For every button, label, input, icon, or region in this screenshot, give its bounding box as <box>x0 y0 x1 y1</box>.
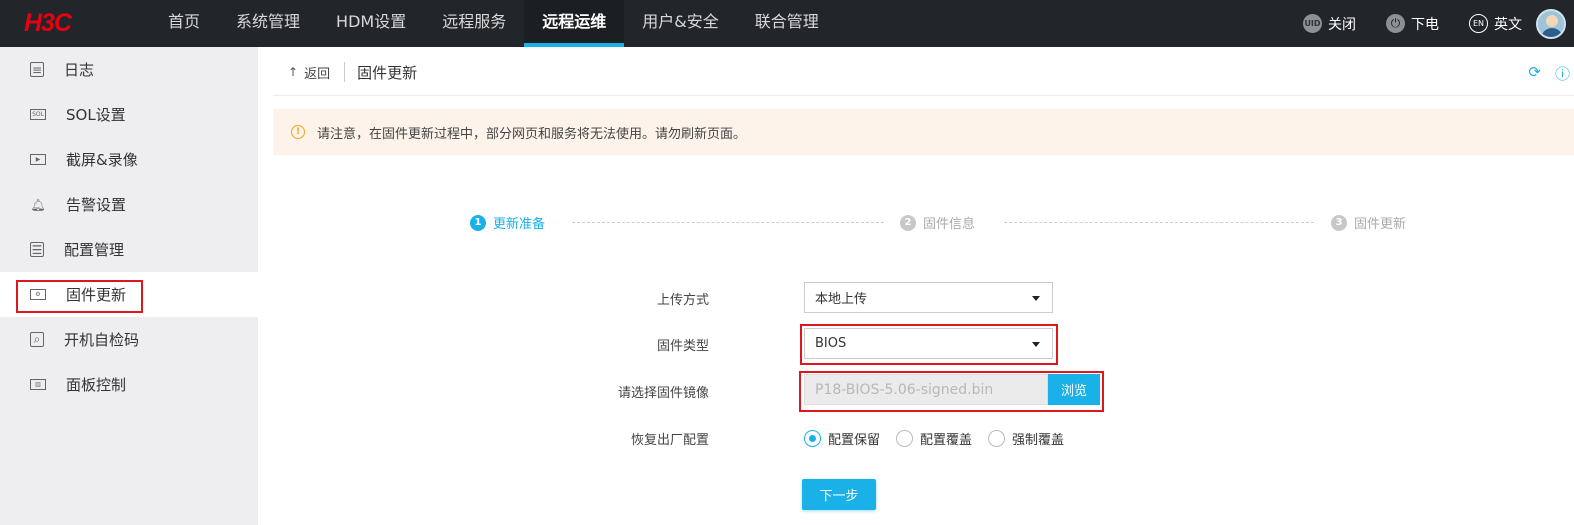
chevron-down-icon <box>1032 296 1040 301</box>
sidebar-item-label: 日志 <box>64 61 95 79</box>
uid-label: 关闭 <box>1328 16 1356 33</box>
main-content: ↑ 返回 固件更新 ⟳ ⓘ ! 请注意，在固件更新过程中，部分网页和服务将无法使… <box>258 47 1574 525</box>
restore-config-label: 恢复出厂配置 <box>630 433 709 448</box>
radio-indicator <box>896 430 914 447</box>
help-icon[interactable]: ⓘ <box>1555 63 1570 84</box>
sidebar-item-video[interactable]: ▶ 截屏&录像 <box>0 137 258 182</box>
uid-toggle[interactable]: UID 关闭 <box>1303 14 1356 34</box>
sidebar-item-label: 配置管理 <box>64 241 125 259</box>
user-avatar[interactable] <box>1536 8 1566 39</box>
radio-indicator <box>988 430 1006 447</box>
step-firmware-info: 2 固件信息 <box>900 213 975 232</box>
firmware-type-label: 固件类型 <box>656 339 709 354</box>
breadcrumb: ↑ 返回 固件更新 <box>288 59 417 85</box>
page-tools: ⟳ ⓘ <box>1514 63 1570 84</box>
sidebar-item-label: 固件更新 <box>66 286 127 304</box>
radio-label: 配置保留 <box>828 433 881 448</box>
language-label: 英文 <box>1494 16 1522 33</box>
power-button[interactable]: ⏻ 下电 <box>1386 14 1439 34</box>
nav-item-user-security[interactable]: 用户&安全 <box>624 0 736 47</box>
step-prepare: 1 更新准备 <box>470 213 545 232</box>
step-label: 固件信息 <box>923 217 976 232</box>
sidebar-item-panel[interactable]: ▥ 面板控制 <box>0 362 258 407</box>
firmware-icon: ⚙ <box>30 289 46 300</box>
sidebar-item-label: SOL设置 <box>66 106 126 124</box>
power-label: 下电 <box>1411 16 1439 33</box>
step-number: 1 <box>470 214 486 231</box>
nav-item-system-management[interactable]: 系统管理 <box>218 0 318 47</box>
chevron-down-icon <box>1032 342 1040 347</box>
upload-method-select[interactable]: 本地上传 <box>804 282 1053 313</box>
sidebar-item-label: 截屏&录像 <box>66 151 138 169</box>
top-navigation-bar: H3C 首页 系统管理 HDM设置 远程服务 远程运维 用户&安全 联合管理 U… <box>0 0 1574 47</box>
main-nav: 首页 系统管理 HDM设置 远程服务 远程运维 用户&安全 联合管理 <box>150 0 837 47</box>
refresh-icon[interactable]: ⟳ <box>1528 63 1541 84</box>
alarm-icon: 🔔︎ <box>30 197 46 212</box>
upload-method-value: 本地上传 <box>815 292 868 307</box>
radio-indicator <box>804 430 821 447</box>
restore-config-options: 配置保留 配置覆盖 强制覆盖 <box>804 429 1080 448</box>
sidebar-item-alarm[interactable]: 🔔︎ 告警设置 <box>0 182 258 227</box>
video-icon: ▶ <box>30 154 46 165</box>
panel-icon: ▥ <box>30 379 46 390</box>
nav-item-remote-maintenance[interactable]: 远程运维 <box>524 0 625 47</box>
back-button[interactable]: ↑ 返回 <box>288 63 330 82</box>
progress-steps: 1 更新准备 2 固件信息 3 固件更新 <box>470 213 1410 233</box>
sidebar-item-post-code[interactable]: ⌕ 开机自检码 <box>0 317 258 362</box>
firmware-type-select[interactable]: BIOS <box>804 328 1053 359</box>
warning-notice: ! 请注意，在固件更新过程中，部分网页和服务将无法使用。请勿刷新页面。 <box>273 109 1574 155</box>
back-label: 返回 <box>304 66 331 82</box>
sidebar-item-label: 开机自检码 <box>64 331 140 349</box>
language-icon: EN <box>1469 14 1488 33</box>
radio-label: 强制覆盖 <box>1012 433 1065 448</box>
step-connector <box>1004 222 1314 223</box>
notice-text: 请注意，在固件更新过程中，部分网页和服务将无法使用。请勿刷新页面。 <box>317 126 747 142</box>
firmware-image-input[interactable]: P18-BIOS-5.06-signed.bin <box>804 374 1048 405</box>
sidebar-item-sol[interactable]: SOL SOL设置 <box>0 92 258 137</box>
next-step-button[interactable]: 下一步 <box>802 479 876 510</box>
header-divider <box>273 95 1574 96</box>
upload-method-label: 上传方式 <box>656 293 709 308</box>
sidebar-item-label: 面板控制 <box>66 376 127 394</box>
back-arrow-icon: ↑ <box>288 65 299 79</box>
post-code-icon: ⌕ <box>30 332 44 347</box>
radio-overwrite-config[interactable]: 配置覆盖 <box>896 429 972 448</box>
nav-item-home[interactable]: 首页 <box>150 0 218 47</box>
sidebar-item-firmware-update[interactable]: ⚙ 固件更新 <box>0 272 258 317</box>
log-icon: ≡ <box>30 62 44 77</box>
breadcrumb-divider <box>344 62 346 82</box>
firmware-image-filename: P18-BIOS-5.06-signed.bin <box>815 381 994 398</box>
step-number: 3 <box>1331 214 1347 231</box>
step-label: 更新准备 <box>493 217 546 232</box>
step-firmware-update: 3 固件更新 <box>1331 213 1406 232</box>
radio-force-overwrite[interactable]: 强制覆盖 <box>988 429 1064 448</box>
firmware-type-value: BIOS <box>815 336 847 351</box>
nav-item-hdm-settings[interactable]: HDM设置 <box>318 0 424 47</box>
radio-label: 配置覆盖 <box>920 433 973 448</box>
step-number: 2 <box>900 214 916 231</box>
browse-button[interactable]: 浏览 <box>1048 374 1100 405</box>
step-label: 固件更新 <box>1354 217 1407 232</box>
sidebar-item-label: 告警设置 <box>66 196 127 214</box>
firmware-image-label: 请选择固件镜像 <box>617 386 709 401</box>
sidebar: ≡ 日志 SOL SOL设置 ▶ 截屏&录像 🔔︎ 告警设置 ☰ 配置管理 ⚙ … <box>0 47 258 525</box>
top-tools: UID 关闭 ⏻ 下电 EN 英文 <box>1303 0 1574 47</box>
page-title: 固件更新 <box>357 63 418 82</box>
nav-item-federation[interactable]: 联合管理 <box>737 0 837 47</box>
config-icon: ☰ <box>30 242 44 257</box>
power-icon: ⏻ <box>1386 14 1405 33</box>
warning-icon: ! <box>291 125 305 139</box>
sidebar-item-config[interactable]: ☰ 配置管理 <box>0 227 258 272</box>
h3c-logo: H3C <box>24 8 72 37</box>
step-connector <box>572 222 884 223</box>
language-switch[interactable]: EN 英文 <box>1469 14 1522 34</box>
uid-icon: UID <box>1303 14 1322 33</box>
sol-icon: SOL <box>30 109 46 120</box>
nav-item-remote-services[interactable]: 远程服务 <box>424 0 524 47</box>
radio-keep-config[interactable]: 配置保留 <box>804 429 880 448</box>
sidebar-item-log[interactable]: ≡ 日志 <box>0 47 258 92</box>
